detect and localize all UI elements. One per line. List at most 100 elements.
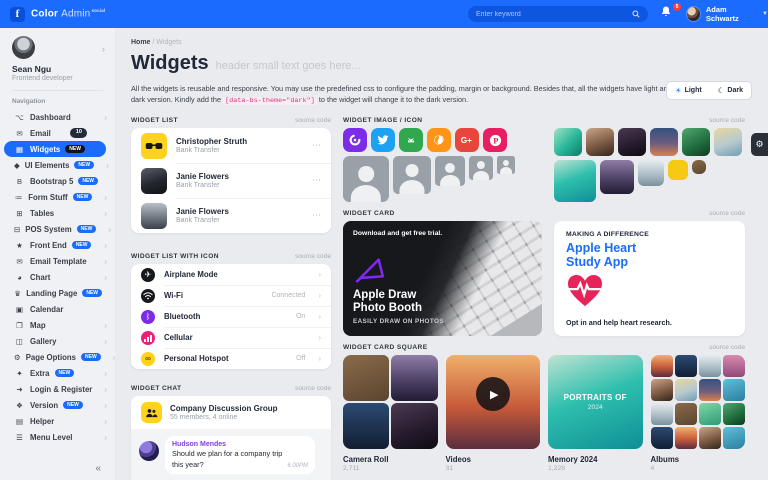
- list-item[interactable]: Christopher StruthBank Transfer ⋯: [131, 128, 331, 163]
- more-options-icon[interactable]: ⋯: [312, 175, 321, 186]
- search-icon[interactable]: [632, 10, 640, 18]
- settings-row[interactable]: Wi-Fi Connected ›: [131, 285, 331, 306]
- google-plus-icon[interactable]: G+: [455, 128, 479, 152]
- sidebar-item[interactable]: ⊟ POS System NEW ›: [0, 221, 115, 237]
- memory-card[interactable]: PORTRAITS OF 2024 Memory 2024 1,228: [548, 355, 643, 472]
- photo-thumbnail[interactable]: [586, 128, 614, 156]
- chat-messages-area: Hudson Mendes Should we plan for a compa…: [131, 429, 331, 480]
- source-code-link[interactable]: source code: [709, 344, 745, 351]
- photo-thumbnail[interactable]: [699, 427, 721, 449]
- photo-thumbnail[interactable]: [651, 355, 673, 377]
- photo-thumbnail[interactable]: [699, 379, 721, 401]
- app-swirl-icon[interactable]: [343, 128, 367, 152]
- photo-thumbnail[interactable]: [391, 355, 437, 401]
- card-heading: Apple HeartStudy App: [566, 241, 733, 270]
- photo-thumbnail[interactable]: [554, 160, 596, 202]
- photo-thumbnail[interactable]: [638, 160, 664, 186]
- sidebar-profile[interactable]: › Sean Ngu Frontend developer: [0, 28, 115, 82]
- sidebar-item[interactable]: ▤ Helper ›: [0, 413, 115, 429]
- firefox-icon[interactable]: [427, 128, 451, 152]
- sidebar-item[interactable]: ⊞ Tables ›: [0, 205, 115, 221]
- theme-light-button[interactable]: ☀Light: [667, 82, 710, 99]
- photo-thumbnail[interactable]: [723, 427, 745, 449]
- theme-toggle: ☀Light ☾Dark: [666, 81, 752, 100]
- photo-thumbnail[interactable]: [618, 128, 646, 156]
- photo-thumbnail[interactable]: [723, 403, 745, 425]
- photo-thumbnail[interactable]: [600, 160, 634, 194]
- sidebar-item[interactable]: ◕ Chart ›: [0, 269, 115, 285]
- photo-thumbnail[interactable]: [651, 427, 673, 449]
- sidebar-item[interactable]: ♛ Landing Page NEW: [0, 285, 115, 301]
- photo-thumbnail[interactable]: [699, 403, 721, 425]
- brand-logo[interactable]: f Color Adminsocial: [0, 7, 105, 22]
- sidebar-item[interactable]: ⌥ Dashboard ›: [0, 109, 115, 125]
- settings-row[interactable]: ᛒ Bluetooth On ›: [131, 306, 331, 327]
- sidebar-item[interactable]: ✉ Email Template ›: [0, 253, 115, 269]
- settings-row[interactable]: ✈ Airplane Mode ›: [131, 264, 331, 285]
- photo-thumbnail[interactable]: [675, 403, 697, 425]
- settings-row-label: Wi-Fi: [164, 291, 183, 300]
- breadcrumb-home[interactable]: Home: [131, 39, 150, 46]
- sidebar-item[interactable]: ⚙ Page Options NEW ›: [0, 349, 115, 365]
- sidebar-item[interactable]: B Bootstrap 5 NEW: [0, 173, 115, 189]
- photo-thumbnail[interactable]: [343, 355, 389, 401]
- source-code-link[interactable]: source code: [295, 117, 331, 124]
- photo-thumbnail[interactable]: [650, 128, 678, 156]
- photo-thumbnail[interactable]: [651, 403, 673, 425]
- twitter-icon[interactable]: [371, 128, 395, 152]
- photo-thumbnail[interactable]: [682, 128, 710, 156]
- source-code-link[interactable]: source code: [295, 385, 331, 392]
- sidebar-item[interactable]: ★ Front End NEW ›: [0, 237, 115, 253]
- sidebar-item[interactable]: ❒ Map ›: [0, 317, 115, 333]
- source-code-link[interactable]: source code: [295, 253, 331, 260]
- sidebar-item[interactable]: ▣ Calendar: [0, 301, 115, 317]
- sidebar-item[interactable]: ≔ Form Stuff NEW ›: [0, 189, 115, 205]
- sidebar-item[interactable]: ➜ Login & Register ›: [0, 381, 115, 397]
- photo-thumbnail[interactable]: [723, 355, 745, 377]
- sidebar-item[interactable]: ❖ Version NEW ›: [0, 397, 115, 413]
- settings-row[interactable]: ∞ Personal Hotspot Off ›: [131, 348, 331, 369]
- sidebar-item[interactable]: ✉ Email 10: [0, 125, 115, 141]
- pinterest-icon[interactable]: P: [483, 128, 507, 152]
- sidebar-item[interactable]: ◆ UI Elements NEW ›: [0, 157, 115, 173]
- play-button[interactable]: ▶: [476, 377, 510, 411]
- photo-thumbnail[interactable]: [692, 160, 706, 174]
- photo-thumbnail[interactable]: [714, 128, 742, 156]
- theme-dark-button[interactable]: ☾Dark: [710, 82, 751, 99]
- more-options-icon[interactable]: ⋯: [312, 140, 321, 151]
- photo-thumbnail[interactable]: [554, 128, 582, 156]
- sidebar-item[interactable]: ☰ Menu Level ›: [0, 429, 115, 445]
- photo-thumbnail[interactable]: [391, 403, 437, 449]
- list-item[interactable]: Janie FlowersBank Transfer ⋯: [131, 163, 331, 198]
- photo-thumbnail[interactable]: [651, 379, 673, 401]
- sidebar-item[interactable]: ▦ Widgets NEW: [4, 141, 106, 157]
- photo-thumbnail[interactable]: [668, 160, 688, 180]
- sidebar-item[interactable]: ◫ Gallery ›: [0, 333, 115, 349]
- notifications-button[interactable]: 5: [660, 5, 680, 23]
- photo-thumbnail[interactable]: [699, 355, 721, 377]
- search-input[interactable]: [476, 11, 632, 18]
- apple-draw-card[interactable]: Download and get free trial. Apple DrawP…: [343, 221, 542, 336]
- source-code-link[interactable]: source code: [709, 117, 745, 124]
- user-menu[interactable]: Adam Schwartz ▼: [686, 0, 768, 28]
- apple-heart-card[interactable]: MAKING A DIFFERENCE Apple HeartStudy App…: [554, 221, 745, 336]
- sidebar-item[interactable]: ✦ Extra NEW ›: [0, 365, 115, 381]
- list-item-image: [141, 168, 167, 194]
- list-item-image: [141, 203, 167, 229]
- camera-roll-card[interactable]: Camera Roll 2,711: [343, 355, 438, 472]
- photo-thumbnail[interactable]: [723, 379, 745, 401]
- videos-card[interactable]: ▶ Videos 31: [446, 355, 541, 472]
- chat-group-header[interactable]: Company Discussion Group55 members, 4 on…: [131, 396, 331, 429]
- photo-thumbnail[interactable]: [343, 403, 389, 449]
- sidebar-collapse-button[interactable]: «: [95, 463, 101, 474]
- settings-gear-button[interactable]: ⚙: [751, 133, 768, 156]
- photo-thumbnail[interactable]: [675, 427, 697, 449]
- list-item[interactable]: Janie FlowersBank Transfer ⋯: [131, 198, 331, 233]
- albums-card[interactable]: Albums 4: [651, 355, 746, 472]
- android-icon[interactable]: [399, 128, 423, 152]
- source-code-link[interactable]: source code: [709, 210, 745, 217]
- photo-thumbnail[interactable]: [675, 379, 697, 401]
- more-options-icon[interactable]: ⋯: [312, 210, 321, 221]
- photo-thumbnail[interactable]: [675, 355, 697, 377]
- settings-row[interactable]: Cellular ›: [131, 327, 331, 348]
